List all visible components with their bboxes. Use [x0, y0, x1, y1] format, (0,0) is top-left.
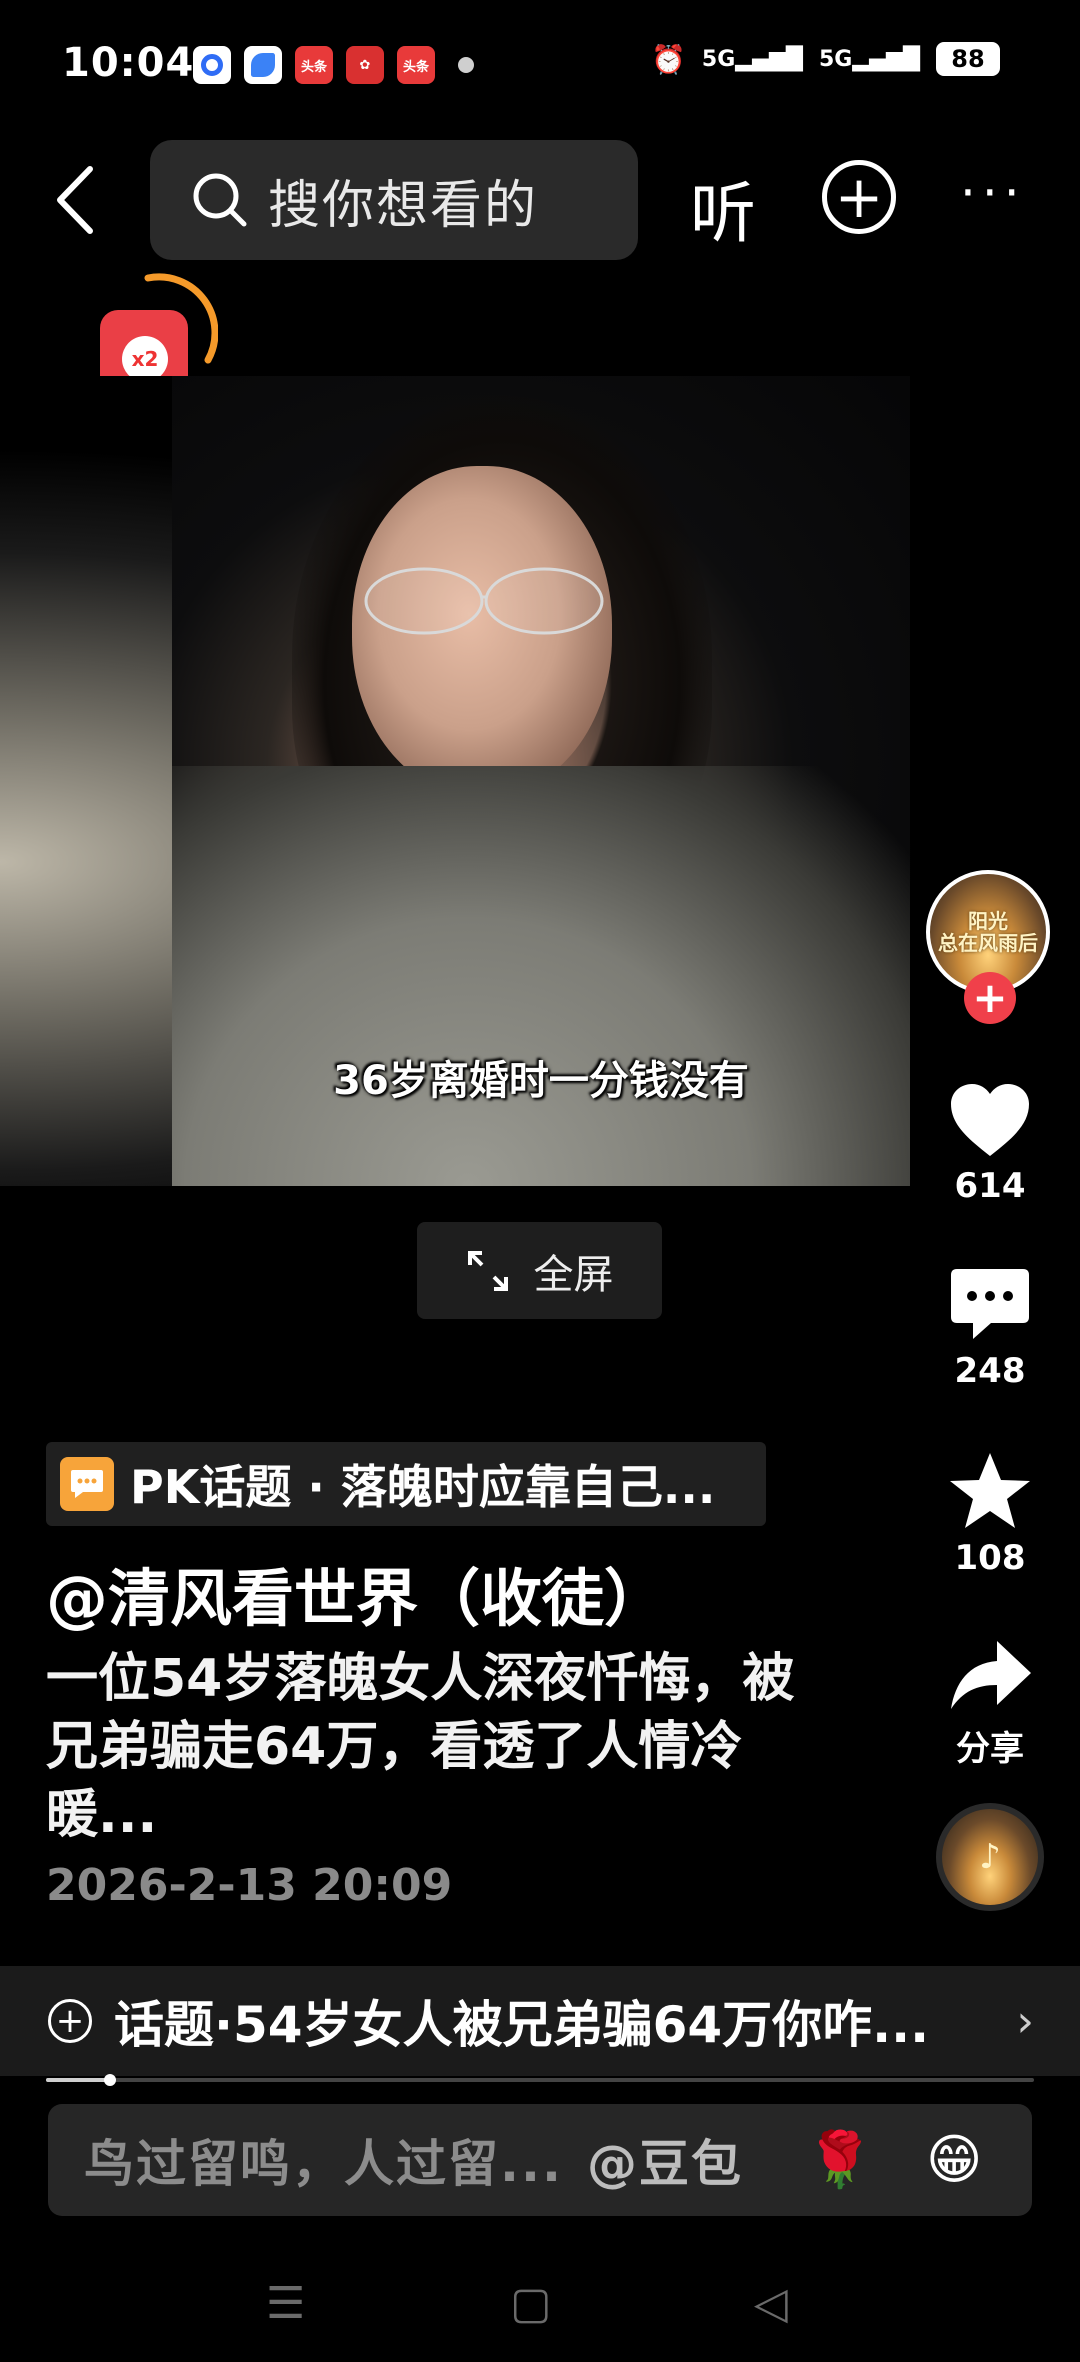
star-icon [950, 1453, 1030, 1528]
grin-emoji-button[interactable]: 😁 [926, 2128, 982, 2191]
share-arrow-icon [951, 1641, 1031, 1709]
search-icon [193, 173, 247, 227]
favorite-button[interactable]: 108 [920, 1450, 1060, 1578]
plus-icon: + [972, 973, 1008, 1022]
video-subtitle: 36岁离婚时一分钱没有 [333, 1058, 749, 1104]
plus-icon: + [834, 163, 884, 231]
comment-placeholder: 鸟过留鸣，人过留... [84, 2135, 563, 2193]
fullscreen-button[interactable]: 全屏 [417, 1222, 662, 1319]
more-button[interactable]: ··· [960, 164, 1026, 222]
pk-topic-tag[interactable]: PK话题 · 落魄时应靠自己... [46, 1442, 766, 1526]
search-box[interactable]: 搜你想看的 [150, 140, 638, 260]
mention-doubao-button[interactable]: @豆包 [587, 2124, 743, 2196]
follow-button[interactable]: + [964, 972, 1016, 1024]
signal-5g-icon: 5G▂▄▆█ [818, 46, 920, 72]
video-frame: 36岁离婚时一分钱没有 [172, 376, 910, 1186]
expand-icon [467, 1250, 508, 1291]
menu-nav-icon[interactable]: ☰ [266, 2278, 305, 2329]
alarm-icon: ⏰ [651, 42, 686, 76]
system-nav-bar: ☰ ▢ ◁ [0, 2250, 1080, 2362]
back-button[interactable] [44, 160, 104, 240]
chat-bubble-icon [60, 1457, 114, 1511]
search-placeholder: 搜你想看的 [268, 175, 539, 236]
feather-app-icon [244, 46, 282, 84]
home-nav-icon[interactable]: ▢ [510, 2278, 552, 2329]
share-label: 分享 [956, 1729, 1024, 1769]
video-player[interactable]: 36岁离婚时一分钱没有 [0, 376, 1080, 1186]
heart-icon [951, 1084, 1029, 1156]
circle-app-icon [193, 46, 231, 84]
comment-input[interactable]: 鸟过留鸣，人过留... @豆包 🌹 😁 [48, 2104, 1032, 2216]
chevron-left-icon [57, 166, 93, 234]
glasses-shape [364, 567, 604, 635]
more-notifications-dot-icon [458, 57, 474, 73]
status-bar: 10:04 头条 ✿ 头条 ⏰ 5G▂▄▆█ 5G▂▄▆█ 88 [0, 0, 1080, 130]
progress-fill [46, 2078, 111, 2082]
pk-topic-text: PK话题 · 落魄时应靠自己... [130, 1460, 716, 1514]
system-icons: ⏰ 5G▂▄▆█ 5G▂▄▆█ 88 [651, 42, 1000, 76]
person-coat [172, 766, 910, 1186]
comment-bubble-icon [951, 1269, 1029, 1339]
favorite-count: 108 [954, 1538, 1026, 1578]
top-nav: 搜你想看的 听 + ··· [0, 140, 1080, 260]
like-count: 614 [954, 1166, 1026, 1206]
share-button[interactable]: 分享 [920, 1635, 1060, 1770]
add-circle-icon: + [48, 1999, 92, 2043]
avatar-text-line1: 阳光 [968, 909, 1008, 933]
avatar-text-line2: 总在风雨后 [938, 931, 1038, 955]
add-button[interactable]: + [822, 160, 896, 234]
back-nav-icon[interactable]: ◁ [754, 2278, 788, 2329]
comment-button[interactable]: 248 [920, 1265, 1060, 1391]
topic-text: 话题·54岁女人被兄弟骗64万你咋... [114, 1996, 930, 2054]
music-note-icon: ♪ [979, 1837, 1001, 1877]
topic-bar[interactable]: + 话题·54岁女人被兄弟骗64万你咋... › [0, 1966, 1080, 2076]
publish-date: 2026-2-13 20:09 [46, 1860, 453, 1911]
rose-emoji-button[interactable]: 🌹 [806, 2128, 873, 2192]
comment-count: 248 [954, 1351, 1026, 1391]
video-progress-bar[interactable] [46, 2074, 1034, 2086]
progress-handle[interactable] [104, 2074, 117, 2086]
toutiao-app-icon: 头条 [397, 46, 435, 84]
toutiao-app-icon: 头条 [295, 46, 333, 84]
chevron-right-icon: › [1016, 1996, 1034, 2047]
signal-5g-icon: 5G▂▄▆█ [701, 46, 803, 72]
author-name[interactable]: @清风看世界（收徒） [46, 1548, 666, 1638]
ellipsis-icon: ··· [960, 164, 1026, 222]
status-time: 10:04 [62, 40, 195, 86]
game-app-icon: ✿ [346, 46, 384, 84]
listen-button[interactable]: 听 [690, 160, 756, 256]
battery-icon: 88 [936, 42, 1000, 76]
music-disc[interactable]: ♪ [936, 1803, 1044, 1911]
video-description[interactable]: 一位54岁落魄女人深夜忏悔，被兄弟骗走64万，看透了人情冷暖... [46, 1645, 846, 1849]
fullscreen-label: 全屏 [533, 1251, 614, 1298]
like-button[interactable]: 614 [920, 1080, 1060, 1206]
notification-icons: 头条 ✿ 头条 [193, 46, 474, 84]
